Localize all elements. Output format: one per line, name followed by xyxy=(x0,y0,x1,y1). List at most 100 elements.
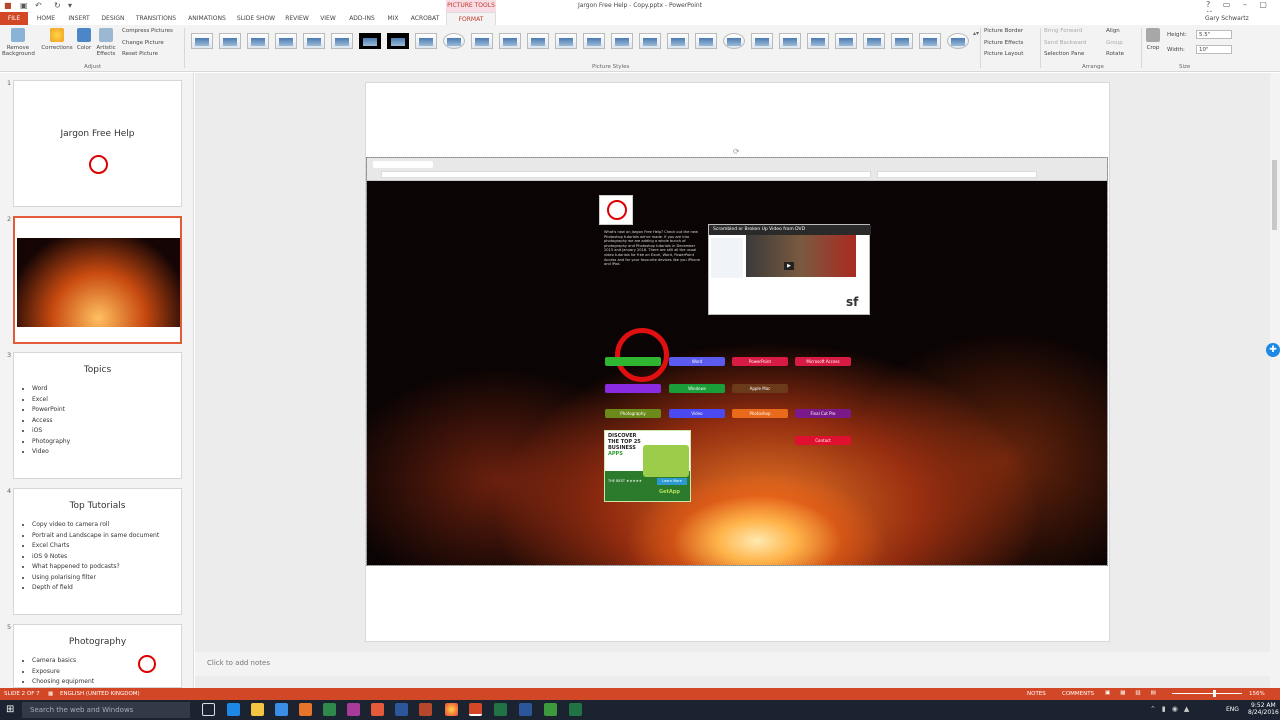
picture-style-thumbnail[interactable] xyxy=(247,33,269,49)
picture-style-thumbnail[interactable] xyxy=(527,33,549,49)
input-language[interactable]: ENG xyxy=(1226,706,1239,713)
app-icon[interactable] xyxy=(371,703,384,716)
notes-toggle[interactable]: NOTES xyxy=(1027,691,1046,697)
picture-style-thumbnail[interactable] xyxy=(443,33,465,49)
picture-effects-button[interactable]: Picture Effects xyxy=(984,40,1023,46)
crop-button[interactable]: Crop xyxy=(1143,45,1163,51)
picture-style-thumbnail[interactable] xyxy=(583,33,605,49)
picture-style-thumbnail[interactable] xyxy=(555,33,577,49)
picture-style-thumbnail[interactable] xyxy=(359,33,381,49)
picture-style-thumbnail[interactable] xyxy=(611,33,633,49)
app-icon[interactable] xyxy=(544,703,557,716)
align-button[interactable]: Align xyxy=(1106,28,1120,34)
send-backward-button[interactable]: Send Backward xyxy=(1044,40,1086,46)
picture-style-thumbnail[interactable] xyxy=(891,33,913,49)
slide-thumbnail-5[interactable]: Photography Camera basics Exposure Choos… xyxy=(13,624,182,688)
picture-style-thumbnail[interactable] xyxy=(415,33,437,49)
undo-icon[interactable]: ↶ xyxy=(35,1,42,10)
user-account[interactable]: Gary Schwartz xyxy=(1205,15,1249,22)
picture-style-thumbnail[interactable] xyxy=(191,33,213,49)
picture-layout-button[interactable]: Picture Layout xyxy=(984,51,1023,57)
slide-thumbnail-2[interactable] xyxy=(13,216,182,344)
tab-mix[interactable]: MIX xyxy=(384,12,402,25)
customize-quick-access-icon[interactable]: ▾ xyxy=(68,1,72,10)
taskbar-clock[interactable]: 9:52 AM 8/24/2016 xyxy=(1248,702,1279,716)
comments-toggle[interactable]: COMMENTS xyxy=(1062,691,1094,697)
picture-style-thumbnail[interactable] xyxy=(723,33,745,49)
tab-format[interactable]: FORMAT xyxy=(446,12,496,25)
picture-style-thumbnail[interactable] xyxy=(919,33,941,49)
slide-thumbnail-3[interactable]: Topics Word Excel PowerPoint Access iOS … xyxy=(13,352,182,479)
slide-thumbnail-4[interactable]: Top Tutorials Copy video to camera roll … xyxy=(13,488,182,615)
language-indicator[interactable]: ENGLISH (UNITED KINGDOM) xyxy=(60,691,140,697)
save-icon[interactable]: ▣ xyxy=(20,1,28,10)
selection-pane-button[interactable]: Selection Pane xyxy=(1044,51,1084,57)
picture-style-thumbnail[interactable] xyxy=(695,33,717,49)
picture-style-thumbnail[interactable] xyxy=(751,33,773,49)
excel-icon[interactable] xyxy=(569,703,582,716)
tab-add-ins[interactable]: ADD-INS xyxy=(344,12,380,25)
store-icon[interactable] xyxy=(275,703,288,716)
picture-style-thumbnail[interactable] xyxy=(219,33,241,49)
picture-style-thumbnail[interactable] xyxy=(947,33,969,49)
color-button[interactable]: Color xyxy=(73,45,95,51)
rotate-button[interactable]: Rotate xyxy=(1106,51,1124,57)
remove-background-button[interactable]: Remove Background xyxy=(2,45,35,57)
tab-design[interactable]: DESIGN xyxy=(98,12,128,25)
word-icon[interactable] xyxy=(519,703,532,716)
tab-slide-show[interactable]: SLIDE SHOW xyxy=(234,12,278,25)
scrollbar-thumb[interactable] xyxy=(1272,160,1277,230)
windows-start-icon[interactable]: ⊞ xyxy=(6,704,14,715)
zoom-slider[interactable] xyxy=(1172,693,1242,694)
picture-border-button[interactable]: Picture Border xyxy=(984,28,1023,34)
picture-style-thumbnail[interactable] xyxy=(303,33,325,49)
compress-pictures-button[interactable]: Compress Pictures xyxy=(122,28,173,34)
gallery-more-icon[interactable]: ▴▾ xyxy=(973,30,979,37)
chrome-icon[interactable] xyxy=(445,703,458,716)
artistic-effects-button[interactable]: Artistic Effects xyxy=(93,45,119,57)
picture-style-thumbnail[interactable] xyxy=(387,33,409,49)
redo-icon[interactable]: ↻ xyxy=(54,1,61,10)
change-picture-button[interactable]: Change Picture xyxy=(122,40,164,46)
view-buttons[interactable]: ▣▦▥▤ xyxy=(1105,690,1166,696)
picture-style-thumbnail[interactable] xyxy=(499,33,521,49)
tab-review[interactable]: REVIEW xyxy=(282,12,312,25)
picture-style-thumbnail[interactable] xyxy=(835,33,857,49)
powerpoint-icon[interactable] xyxy=(469,703,482,716)
slide-thumbnail-1[interactable]: Jargon Free Help xyxy=(13,80,182,207)
reset-picture-button[interactable]: Reset Picture xyxy=(122,51,158,57)
app-icon[interactable] xyxy=(323,703,336,716)
rotate-handle-icon[interactable]: ⟳ xyxy=(733,147,740,156)
tab-animations[interactable]: ANIMATIONS xyxy=(184,12,230,25)
excel-icon[interactable] xyxy=(494,703,507,716)
zoom-slider-thumb[interactable] xyxy=(1213,690,1216,697)
notes-placeholder[interactable]: Click to add notes xyxy=(207,659,270,667)
taskbar-search-box[interactable]: Search the web and Windows xyxy=(22,702,190,718)
edge-icon[interactable] xyxy=(227,703,240,716)
picture-style-thumbnail[interactable] xyxy=(779,33,801,49)
picture-style-thumbnail[interactable] xyxy=(667,33,689,49)
picture-style-thumbnail[interactable] xyxy=(639,33,661,49)
tab-acrobat[interactable]: ACROBAT xyxy=(406,12,444,25)
app-icon[interactable] xyxy=(419,703,432,716)
word-icon[interactable] xyxy=(395,703,408,716)
app-icon[interactable] xyxy=(299,703,312,716)
task-view-icon[interactable] xyxy=(202,703,215,716)
group-button[interactable]: Group xyxy=(1106,40,1123,46)
picture-style-thumbnail[interactable] xyxy=(863,33,885,49)
picture-style-thumbnail[interactable] xyxy=(275,33,297,49)
onenote-icon[interactable] xyxy=(347,703,360,716)
tab-file[interactable]: FILE xyxy=(0,12,28,25)
bring-forward-button[interactable]: Bring Forward xyxy=(1044,28,1082,34)
spelling-icon[interactable]: ▦ xyxy=(48,691,53,697)
tab-insert[interactable]: INSERT xyxy=(64,12,94,25)
picture-style-thumbnail[interactable] xyxy=(807,33,829,49)
width-field[interactable]: 10" xyxy=(1196,45,1232,54)
zoom-level[interactable]: 156% xyxy=(1249,691,1265,697)
corrections-button[interactable]: Corrections xyxy=(40,45,74,51)
tab-transitions[interactable]: TRANSITIONS xyxy=(132,12,180,25)
tab-view[interactable]: VIEW xyxy=(316,12,340,25)
picture-style-thumbnail[interactable] xyxy=(471,33,493,49)
file-explorer-icon[interactable] xyxy=(251,703,264,716)
system-tray-icons[interactable]: ⌃▮◉▲ xyxy=(1150,705,1195,713)
